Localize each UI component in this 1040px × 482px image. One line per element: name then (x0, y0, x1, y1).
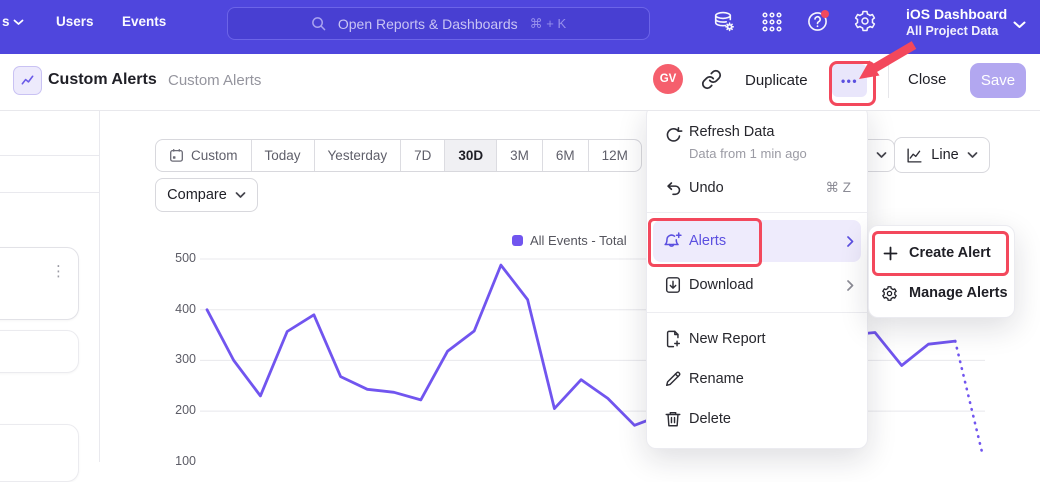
trash-icon (663, 410, 683, 428)
submenu-item-manage-alerts[interactable]: Manage Alerts (869, 275, 1014, 313)
menu-item-rename[interactable]: Rename (647, 359, 867, 399)
menu-item-subtitle: Data from 1 min ago (689, 146, 807, 161)
rail-separator (0, 155, 99, 156)
more-options-button[interactable]: ••• (832, 64, 867, 97)
chart-type-label: Line (931, 147, 958, 163)
refresh-icon (663, 126, 683, 145)
data-management-icon[interactable] (712, 10, 736, 34)
undo-icon (663, 179, 683, 198)
menu-item-label: Rename (689, 371, 744, 387)
search-shortcut: ⌘ + K (530, 16, 567, 32)
line-chart-icon (906, 147, 923, 164)
submenu-item-label: Manage Alerts (909, 285, 1008, 301)
top-nav: s Users Events Open Reports & Dashboards… (0, 0, 1040, 54)
calendar-icon (169, 148, 184, 163)
y-axis-label: 100 (152, 454, 196, 468)
menu-item-alerts[interactable]: Alerts (647, 220, 867, 262)
compare-button[interactable]: Compare (155, 178, 258, 212)
help-icon[interactable] (806, 9, 830, 33)
chevron-right-icon (847, 236, 854, 247)
range-custom[interactable]: Custom (156, 140, 251, 171)
chart-type-button[interactable]: Line (894, 137, 990, 173)
menu-divider (647, 312, 867, 313)
rail-separator (0, 192, 99, 193)
menu-divider (647, 212, 867, 213)
query-card[interactable] (0, 330, 79, 373)
menu-item-undo[interactable]: Undo ⌘ Z (647, 168, 867, 208)
y-axis-label: 400 (152, 302, 196, 316)
search-placeholder: Open Reports & Dashboards (338, 16, 518, 32)
chevron-down-icon (13, 19, 24, 26)
save-button[interactable]: Save (970, 63, 1026, 98)
breadcrumb: Custom Alerts (168, 72, 261, 89)
legend-label: All Events - Total (530, 233, 627, 248)
range-6m[interactable]: 6M (542, 140, 588, 171)
menu-item-label: Download (689, 277, 754, 293)
nav-item-events[interactable]: Events (122, 14, 166, 29)
project-scope: All Project Data (906, 24, 998, 38)
duplicate-button[interactable]: Duplicate (745, 72, 808, 89)
new-report-icon (663, 330, 683, 348)
menu-item-highlight (653, 220, 861, 262)
settings-gear-icon[interactable] (853, 9, 877, 33)
chevron-down-icon (1013, 21, 1026, 29)
project-name: iOS Dashboard (906, 6, 1007, 22)
y-axis-label: 300 (152, 352, 196, 366)
more-options-menu: Refresh Data Data from 1 min ago Undo ⌘ … (646, 105, 868, 449)
chevron-right-icon (847, 280, 854, 291)
chart-legend[interactable]: All Events - Total (512, 233, 627, 248)
plus-icon (883, 246, 898, 261)
page-title: Custom Alerts (48, 71, 157, 89)
chevron-down-icon (235, 192, 246, 199)
bell-plus-icon (663, 232, 683, 251)
menu-item-new-report[interactable]: New Report (647, 319, 867, 359)
query-card[interactable] (0, 424, 79, 482)
range-3m[interactable]: 3M (496, 140, 542, 171)
kebab-menu-icon[interactable]: ⋮ (51, 264, 66, 279)
y-axis-label: 500 (152, 251, 196, 265)
legend-swatch-icon (512, 235, 523, 246)
shortcut-hint: ⌘ Z (826, 180, 852, 196)
pencil-icon (663, 370, 683, 388)
menu-item-label: Refresh Data (689, 124, 774, 140)
menu-item-delete[interactable]: Delete (647, 399, 867, 439)
toolbar-divider (888, 64, 889, 98)
ellipsis-icon: ••• (841, 75, 858, 87)
chart-line-dotted (955, 341, 982, 452)
report-chart-icon (13, 66, 42, 95)
gear-icon (881, 285, 898, 302)
chevron-down-icon (967, 152, 978, 159)
menu-item-label: Delete (689, 411, 731, 427)
compare-label: Compare (167, 187, 227, 203)
range-7d[interactable]: 7D (400, 140, 444, 171)
query-card[interactable]: ⋮ (0, 247, 79, 320)
y-axis-label: 200 (152, 403, 196, 417)
range-30d[interactable]: 30D (444, 140, 496, 171)
submenu-item-create-alert[interactable]: Create Alert (869, 235, 1014, 273)
range-yesterday[interactable]: Yesterday (314, 140, 401, 171)
menu-item-refresh-data[interactable]: Refresh Data Data from 1 min ago (647, 115, 867, 167)
menu-item-label: New Report (689, 331, 766, 347)
range-12m[interactable]: 12M (588, 140, 641, 171)
avatar[interactable]: GV (653, 64, 683, 94)
report-toolbar: Custom Alerts Custom Alerts GV Duplicate… (0, 54, 1040, 111)
submenu-item-label: Create Alert (909, 245, 991, 261)
nav-item-users[interactable]: Users (56, 14, 94, 29)
range-today[interactable]: Today (251, 140, 314, 171)
menu-item-download[interactable]: Download (647, 264, 867, 306)
copy-link-icon[interactable] (701, 69, 722, 90)
menu-item-label: Undo (689, 180, 724, 196)
download-icon (663, 276, 683, 294)
alerts-submenu: Create Alert Manage Alerts (868, 225, 1015, 318)
apps-grid-icon[interactable] (760, 10, 784, 34)
search-icon (311, 16, 326, 31)
search-input[interactable]: Open Reports & Dashboards ⌘ + K (227, 7, 650, 40)
menu-item-label: Alerts (689, 233, 726, 249)
chevron-down-icon (876, 152, 887, 159)
date-range-control: CustomTodayYesterday7D30D3M6M12M (155, 139, 642, 172)
nav-item-partial[interactable]: s (2, 14, 10, 29)
close-button[interactable]: Close (908, 71, 946, 88)
